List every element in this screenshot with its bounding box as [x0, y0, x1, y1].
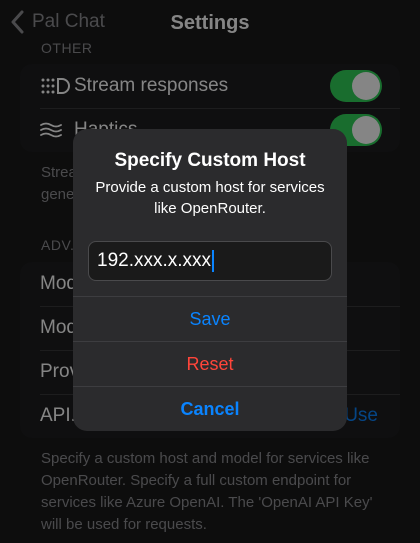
section-header-other: OTHER	[41, 40, 93, 56]
text-caret	[212, 250, 215, 272]
advanced-footer: Specify a custom host and model for serv…	[41, 450, 373, 533]
use-button[interactable]: Use	[344, 405, 378, 427]
waves-icon	[40, 122, 74, 138]
toggle-knob	[352, 116, 380, 144]
alert-message: Provide a custom host for services like …	[95, 179, 325, 217]
stream-icon	[40, 77, 74, 95]
stream-responses-row[interactable]: Stream responses	[20, 64, 400, 108]
custom-host-input[interactable]: 192.xxx.x.xxx	[88, 241, 332, 281]
custom-host-alert: Specify Custom Host Provide a custom hos…	[73, 129, 347, 431]
toggle-knob	[352, 72, 380, 100]
alert-title: Specify Custom Host	[114, 150, 306, 171]
reset-button[interactable]: Reset	[73, 341, 347, 386]
stream-responses-label: Stream responses	[74, 75, 229, 96]
save-button[interactable]: Save	[73, 296, 347, 341]
custom-host-value: 192.xxx.x.xxx	[97, 250, 212, 271]
cancel-button[interactable]: Cancel	[73, 386, 347, 431]
stream-responses-toggle[interactable]	[330, 70, 382, 102]
page-title: Settings	[170, 12, 250, 34]
